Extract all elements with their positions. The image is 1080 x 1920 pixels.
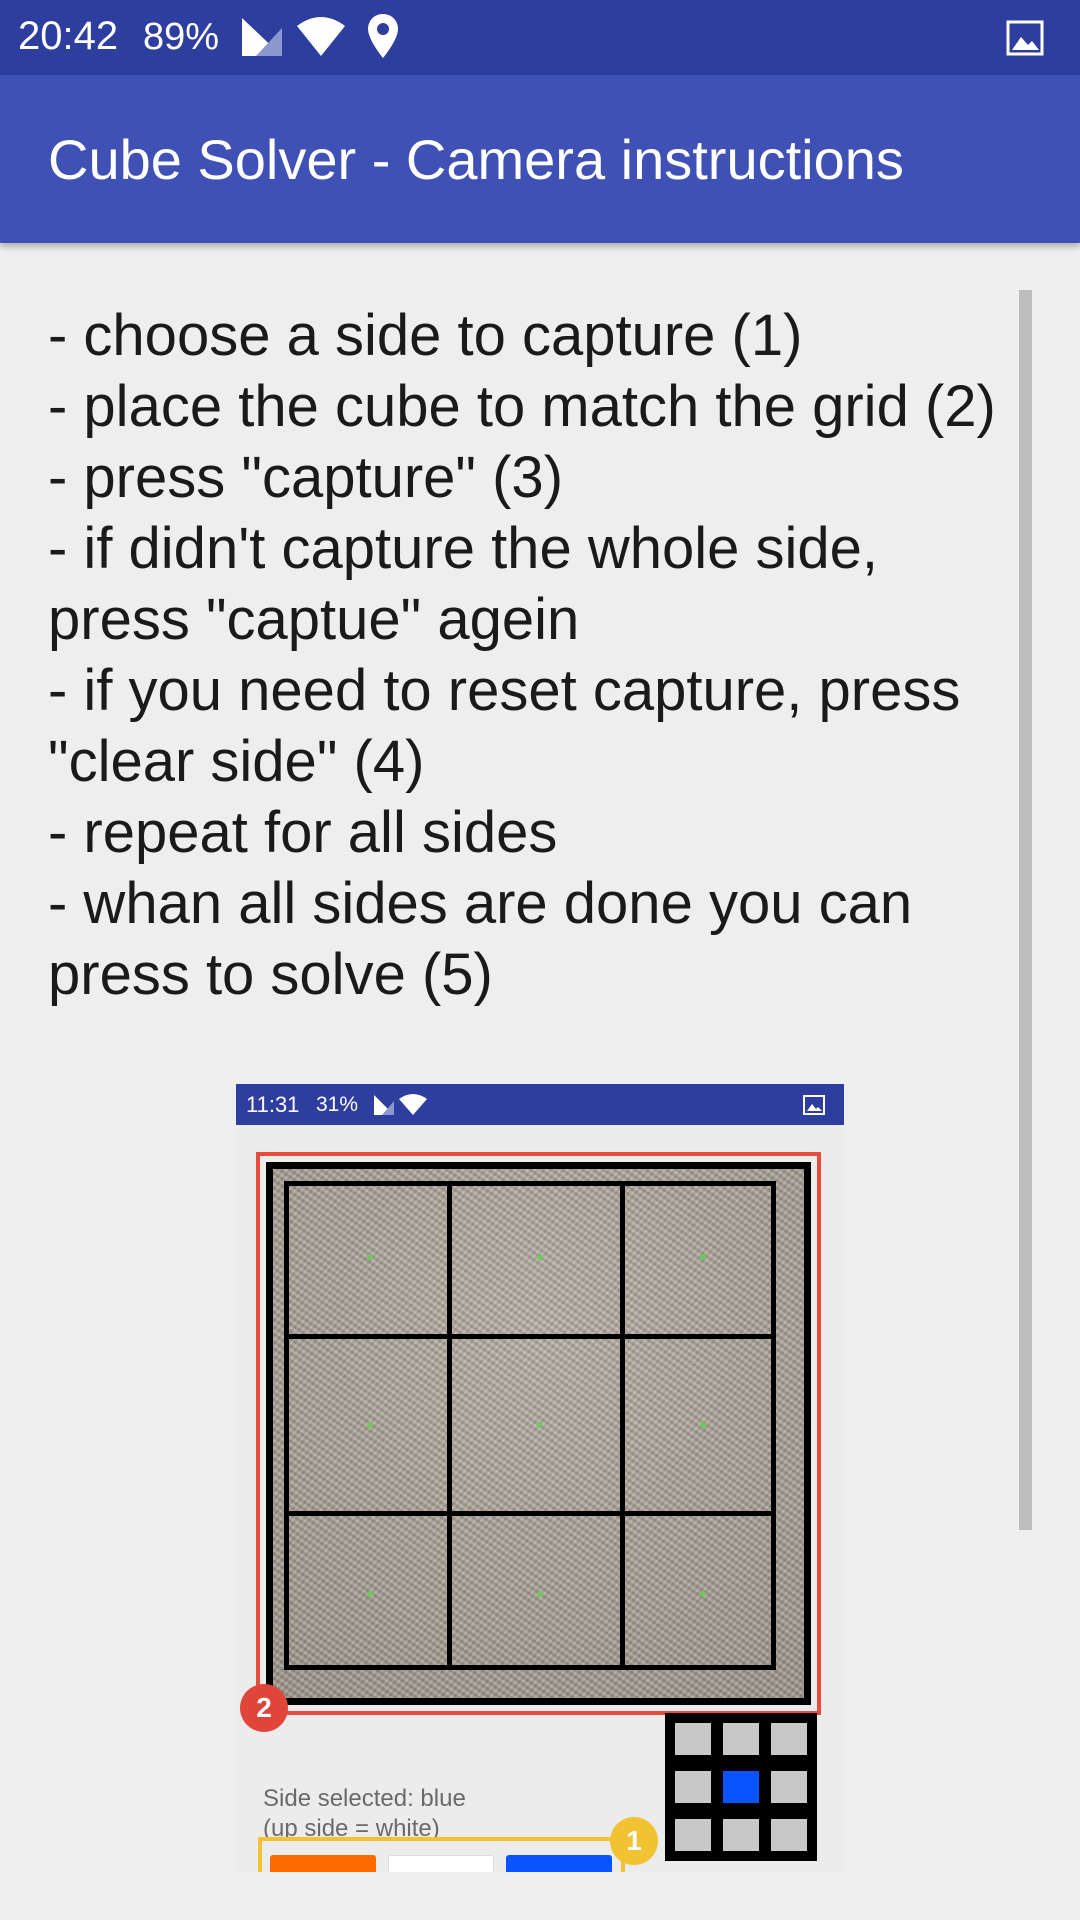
grid-sample-dot [367,1422,373,1428]
captured-side-preview [665,1713,817,1861]
side-square [771,1819,807,1851]
instruction-line: - repeat for all sides [48,800,558,865]
instruction-line: - press "capture" (3) [48,445,564,510]
grid-cell [620,1334,776,1516]
page-title: Cube Solver - Camera instructions [48,128,904,191]
grid-sample-dot [700,1422,706,1428]
instruction-line: - if you need to reset capture, press [48,658,961,723]
status-bar: 20:42 89% [0,0,1080,75]
status-time: 20:42 [18,14,119,58]
side-square-center [723,1771,759,1803]
grid-cell [620,1181,776,1339]
grid-cell [284,1181,452,1339]
app-bar: Cube Solver - Camera instructions [0,75,1080,243]
grid-sample-dot [700,1591,706,1597]
side-square [675,1723,711,1755]
side-button-blue[interactable] [506,1855,612,1872]
side-square [771,1771,807,1803]
example-status-bar: 11:31 31% [236,1084,844,1125]
side-choice-row [258,1837,625,1872]
side-button-white[interactable] [388,1855,494,1872]
instruction-line: - whan all sides are done you can [48,871,913,936]
grid-cell [447,1181,625,1339]
instruction-line: press "captue" agein [48,587,580,652]
grid-sample-dot [367,1591,373,1597]
signal-icon [240,16,284,63]
wifi-icon [295,16,347,63]
capture-grid [284,1181,776,1670]
grid-sample-dot [700,1254,706,1260]
side-selected-label: Side selected: blue [263,1785,466,1812]
grid-sample-dot [537,1422,543,1428]
camera-preview [256,1152,821,1715]
instruction-line: - choose a side to capture (1) [48,303,803,368]
grid-cell [447,1511,625,1670]
instruction-line: - if didn't capture the whole side, [48,516,878,581]
side-square [675,1819,711,1851]
signal-icon [373,1094,395,1121]
instruction-line: - place the cube to match the grid (2) [48,374,996,439]
image-icon [803,1095,825,1120]
grid-sample-dot [367,1254,373,1260]
image-icon [1006,20,1044,61]
side-button-orange[interactable] [270,1855,376,1872]
side-square [771,1723,807,1755]
status-battery: 89% [143,16,220,58]
side-square [675,1771,711,1803]
grid-sample-dot [537,1254,543,1260]
example-screenshot: 11:31 31% Side selected: blue (up side =… [236,1084,844,1872]
side-square [723,1819,759,1851]
instruction-line: press to solve (5) [48,942,493,1007]
badge-2: 2 [240,1684,288,1732]
instruction-line: "clear side" (4) [48,729,425,794]
example-status-time: 11:31 [246,1092,300,1117]
grid-sample-dot [537,1591,543,1597]
wifi-icon [398,1094,428,1121]
grid-cell [447,1334,625,1516]
side-selected-text: Side selected: blue (up side = white) [263,1784,466,1844]
scrollbar[interactable] [1019,290,1032,1530]
grid-cell [620,1511,776,1670]
location-icon [367,14,399,65]
instructions-text: - choose a side to capture (1) - place t… [48,300,1058,1010]
badge-1: 1 [610,1817,658,1865]
example-status-battery: 31% [316,1093,359,1116]
side-square [723,1723,759,1755]
